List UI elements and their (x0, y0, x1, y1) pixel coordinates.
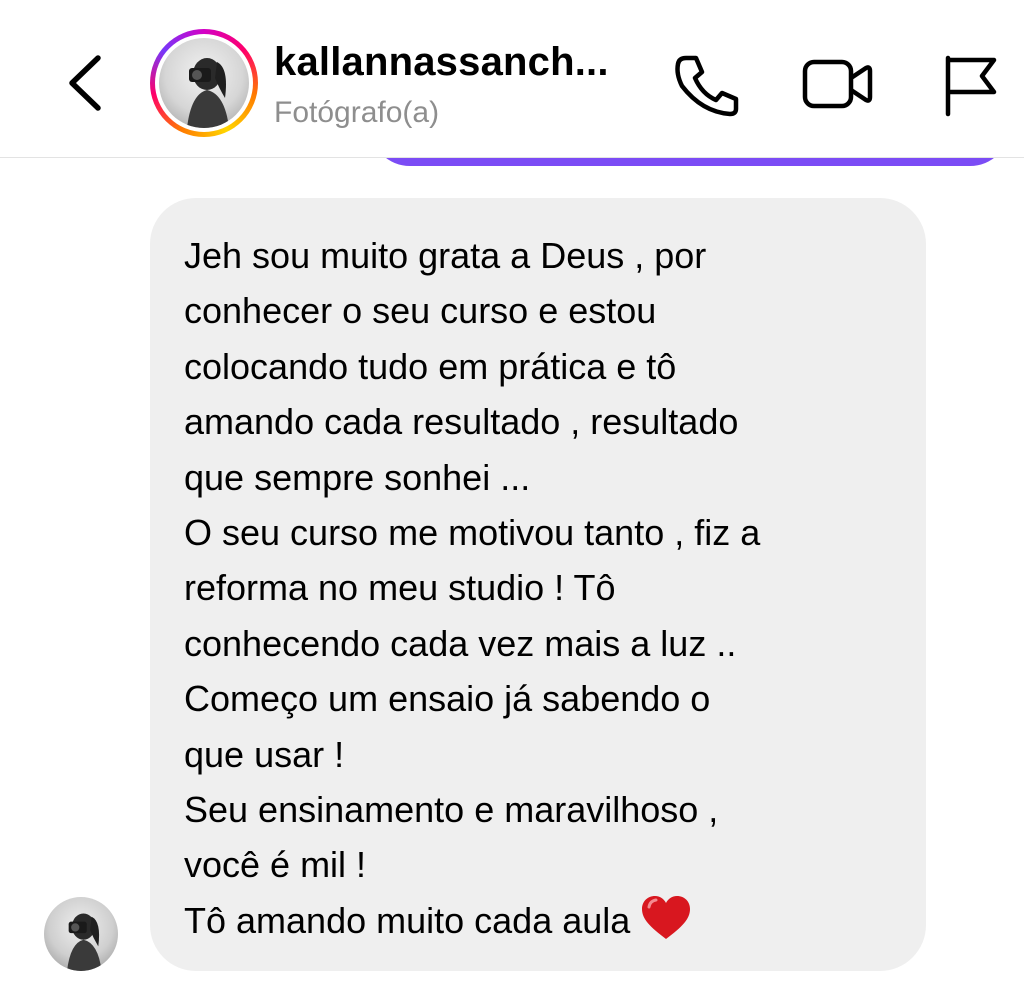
chevron-left-icon (69, 55, 101, 111)
avatar-photo (159, 38, 249, 128)
audio-call-button[interactable] (672, 52, 742, 118)
message-text: Jeh sou muito grata a Deus , por conhece… (184, 228, 904, 948)
chat-username[interactable]: kallannassanch... (274, 40, 609, 85)
back-button[interactable] (62, 52, 112, 114)
video-call-button[interactable] (800, 52, 874, 118)
message-line: colocando tudo em prática e tô (184, 345, 677, 387)
message-line: conhecendo cada vez mais a luz .. (184, 622, 737, 664)
message-line-last: Tô amando muito cada aula (184, 893, 904, 948)
chat-user-category: Fotógrafo(a) (274, 96, 440, 129)
chat-header: kallannassanch... Fotógrafo(a) (0, 0, 1024, 158)
message-line: você é mil ! (184, 844, 367, 886)
message-line: conhecer o seu curso e estou (184, 290, 657, 332)
heart-emoji-icon (642, 895, 691, 939)
message-line: reforma no meu studio ! Tô (184, 567, 616, 609)
phone-icon (675, 55, 739, 117)
message-line: Seu ensinamento e maravilhoso , (184, 789, 719, 831)
sender-avatar[interactable] (44, 897, 118, 971)
video-camera-icon (802, 59, 873, 109)
message-line: O seu curso me motivou tanto , fiz a (184, 512, 761, 554)
message-line: Tô amando muito cada aula (184, 899, 631, 941)
received-message-bubble[interactable]: Jeh sou muito grata a Deus , por conhece… (150, 198, 926, 971)
message-line: Começo um ensaio já sabendo o (184, 678, 711, 720)
dm-conversation-screen: kallannassanch... Fotógrafo(a) Jeh sou m… (0, 0, 1024, 1006)
profile-avatar[interactable] (150, 29, 258, 137)
message-line: Jeh sou muito grata a Deus , por (184, 235, 707, 276)
report-button[interactable] (940, 52, 1000, 118)
message-line: amando cada resultado , resultado (184, 401, 739, 443)
message-line: que sempre sonhei ... (184, 456, 531, 498)
message-line: que usar ! (184, 733, 345, 775)
flag-icon (945, 55, 997, 117)
